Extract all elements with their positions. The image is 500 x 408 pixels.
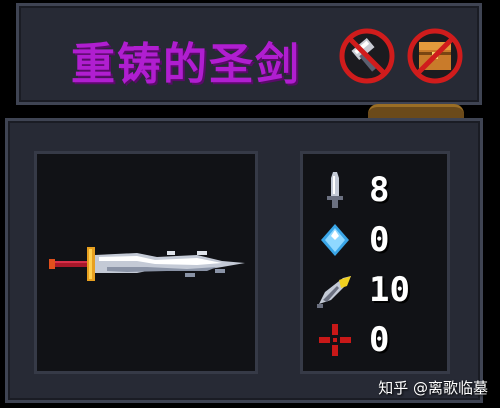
details-panel: 8 0 10 0 bbox=[5, 118, 483, 403]
stat-energy-value: 0 bbox=[369, 220, 390, 260]
stats-panel: 8 0 10 0 bbox=[300, 151, 450, 374]
watermark: 知乎 @离歌临墓 bbox=[378, 379, 488, 397]
stat-energy: 0 bbox=[315, 220, 445, 260]
stat-critical: 10 bbox=[315, 270, 445, 310]
no-chest-icon bbox=[407, 28, 463, 84]
critical-quill-icon bbox=[315, 270, 355, 310]
holy-sword-sprite bbox=[49, 247, 245, 281]
accuracy-cross-icon bbox=[315, 320, 355, 360]
title-panel: 重铸的圣剑 bbox=[16, 3, 482, 105]
energy-crystal-icon bbox=[315, 220, 355, 260]
stat-accuracy-value: 0 bbox=[369, 320, 390, 360]
sword-damage-icon bbox=[315, 170, 355, 210]
stat-accuracy: 0 bbox=[315, 320, 445, 360]
weapon-preview bbox=[34, 151, 258, 374]
stat-damage: 8 bbox=[315, 170, 445, 210]
item-info-screen: 重铸的圣剑 8 0 10 0 知乎 @离歌临墓 bbox=[0, 0, 500, 408]
stat-critical-value: 10 bbox=[369, 270, 410, 310]
no-hammer-icon bbox=[339, 28, 395, 84]
item-name: 重铸的圣剑 bbox=[71, 39, 301, 90]
stat-damage-value: 8 bbox=[369, 170, 390, 210]
